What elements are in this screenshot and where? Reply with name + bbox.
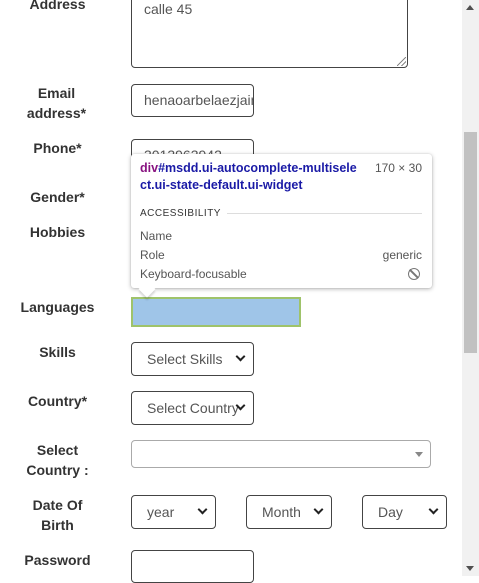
scroll-up-arrow-icon[interactable] (466, 5, 474, 10)
acc-role-label: Role (140, 248, 165, 262)
acc-row-name: Name (140, 228, 422, 245)
scrollbar-thumb[interactable] (464, 132, 477, 353)
dob-day-select[interactable]: Day (362, 495, 447, 529)
tooltip-arrow (138, 280, 156, 298)
email-value: henaoarbelaezjaime@gmail.com (144, 92, 253, 108)
select-country-label: Select Country : (26, 442, 89, 478)
acc-keyboard-label: Keyboard-focusable (140, 267, 247, 281)
inspector-tooltip: div#msdd.ui-autocomplete-multiselect.ui-… (131, 154, 432, 298)
page-scrollbar[interactable] (462, 0, 479, 576)
hobbies-label: Hobbies (29, 224, 86, 240)
selector-rest: #msdd.ui-autocomplete-multiselect.ui-sta… (140, 161, 357, 192)
caret-down-icon (415, 452, 423, 457)
inspector-dimensions: 170 × 30 (374, 161, 422, 175)
chevron-down-icon (197, 504, 208, 515)
skills-label: Skills (39, 344, 76, 360)
chevron-down-icon (428, 504, 439, 515)
acc-row-keyboard: Keyboard-focusable (140, 266, 422, 283)
gender-label: Gender* (30, 189, 85, 205)
dob-year-select[interactable]: year (131, 495, 216, 529)
chevron-down-icon (313, 504, 324, 515)
address-label: Address (29, 0, 86, 12)
acc-row-role: Role generic (140, 247, 422, 264)
acc-role-value: generic (382, 248, 422, 262)
dob-month-select[interactable]: Month (246, 495, 332, 529)
languages-multiselect[interactable] (131, 297, 301, 327)
inspector-selector: div#msdd.ui-autocomplete-multiselect.ui-… (140, 160, 362, 194)
password-input[interactable] (131, 550, 254, 583)
dob-day-value: Day (378, 504, 403, 520)
scroll-down-arrow-icon[interactable] (466, 566, 474, 571)
address-textarea[interactable]: calle 45 (131, 0, 408, 68)
password-label: Password (24, 552, 91, 568)
selector-tag: div (140, 161, 159, 175)
dob-month-value: Month (262, 504, 301, 520)
accessibility-header: ACCESSIBILITY (140, 208, 422, 219)
email-label: Email address* (26, 85, 87, 121)
chevron-down-icon (235, 351, 246, 362)
address-value: calle 45 (144, 1, 193, 17)
select-country-combobox[interactable] (131, 440, 431, 468)
email-input[interactable]: henaoarbelaezjaime@gmail.com (131, 84, 254, 117)
resize-grip-icon[interactable] (397, 57, 406, 66)
dob-year-value: year (147, 504, 175, 520)
dob-label: Date Of Birth (32, 497, 83, 533)
section-divider (226, 213, 422, 214)
acc-name-label: Name (140, 229, 173, 243)
country-label: Country* (27, 393, 88, 409)
country-select[interactable]: Select Country (131, 391, 254, 425)
accessibility-title: ACCESSIBILITY (140, 208, 221, 219)
country-select-value: Select Country (147, 400, 239, 416)
not-allowed-icon (408, 268, 420, 280)
languages-label: Languages (20, 299, 95, 315)
skills-select[interactable]: Select Skills (131, 342, 254, 376)
phone-label: Phone* (33, 140, 82, 156)
skills-select-value: Select Skills (147, 351, 223, 367)
